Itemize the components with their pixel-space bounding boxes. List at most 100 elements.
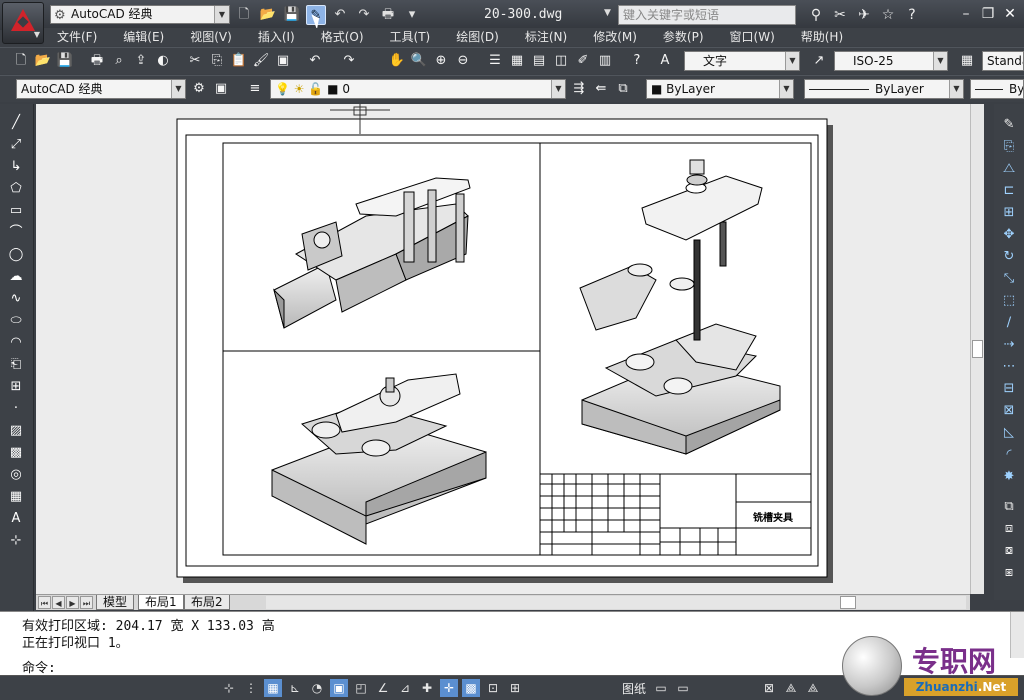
- 3d-osnap-icon[interactable]: ◰: [352, 679, 370, 697]
- text-style-select[interactable]: 文字 ▼: [684, 51, 800, 71]
- snap-icon[interactable]: ⋮: [242, 679, 260, 697]
- sheet-set-icon[interactable]: ◫: [552, 52, 570, 70]
- layer-previous-icon[interactable]: ⇚: [592, 80, 610, 98]
- workspace-select[interactable]: AutoCAD 经典 ▼: [16, 79, 186, 99]
- publish-icon[interactable]: ⇪: [132, 52, 150, 70]
- make-block-icon[interactable]: ⊞: [7, 378, 25, 396]
- dim-style-select[interactable]: ISO-25 ▼: [834, 51, 948, 71]
- workspace-settings-icon[interactable]: ▣: [212, 80, 230, 98]
- calculator-icon[interactable]: ▥: [596, 52, 614, 70]
- zoom-window-icon[interactable]: ⊕: [432, 52, 450, 70]
- scroll-thumb[interactable]: [972, 340, 983, 358]
- scale-icon[interactable]: ⤡: [1000, 270, 1018, 288]
- menu-item[interactable]: 帮助(H): [788, 28, 856, 46]
- zoom-previous-icon[interactable]: ⊖: [454, 52, 472, 70]
- stretch-icon[interactable]: ⬚: [1000, 292, 1018, 310]
- tab-layout2[interactable]: 布局2: [184, 595, 230, 610]
- tab-model[interactable]: 模型: [96, 595, 135, 610]
- paper-space-label[interactable]: 图纸: [622, 680, 646, 697]
- new-icon[interactable]: 🗋: [12, 52, 30, 70]
- application-menu-button[interactable]: ▼: [2, 2, 44, 44]
- ellipse-icon[interactable]: ⬭: [7, 312, 25, 330]
- layer-manager-icon[interactable]: ≡: [246, 80, 264, 98]
- paste-icon[interactable]: 📋: [230, 52, 248, 70]
- menu-item[interactable]: 修改(M): [580, 28, 650, 46]
- point-icon[interactable]: ·: [7, 400, 25, 418]
- spline-icon[interactable]: ∿: [7, 290, 25, 308]
- ellipse-arc-icon[interactable]: ◠: [7, 334, 25, 352]
- menu-item[interactable]: 参数(P): [650, 28, 717, 46]
- gradient-icon[interactable]: ▩: [7, 444, 25, 462]
- quick-view-drawings-icon[interactable]: ▭: [674, 679, 692, 697]
- region-icon[interactable]: ◎: [7, 466, 25, 484]
- lineweight-select[interactable]: By: [970, 79, 1024, 99]
- add-selected-icon[interactable]: ⊹: [7, 532, 25, 550]
- tab-layout1[interactable]: 布局1: [138, 595, 184, 610]
- menu-item[interactable]: 插入(I): [245, 28, 308, 46]
- ortho-icon[interactable]: ⊾: [286, 679, 304, 697]
- new-file-icon[interactable]: 🗋: [234, 5, 254, 25]
- annotation-visibility-icon[interactable]: ⟁: [782, 679, 800, 697]
- rectangle-icon[interactable]: ▭: [7, 202, 25, 220]
- mirror-icon[interactable]: ⧍: [1000, 160, 1018, 178]
- bring-front-icon[interactable]: ⧈: [1000, 520, 1018, 538]
- quick-properties-icon[interactable]: ⊡: [484, 679, 502, 697]
- grid-icon[interactable]: ▦: [264, 679, 282, 697]
- explode-icon[interactable]: ✸: [1000, 468, 1018, 486]
- menu-item[interactable]: 文件(F): [44, 28, 110, 46]
- send-back-icon[interactable]: ⧇: [1000, 542, 1018, 560]
- trim-icon[interactable]: ∕: [1000, 314, 1018, 332]
- undo-icon[interactable]: ↶: [330, 5, 350, 25]
- quick-view-layouts-icon[interactable]: ▭: [652, 679, 670, 697]
- open-icon[interactable]: 📂: [34, 52, 52, 70]
- linetype-select[interactable]: ByLayer ▼: [804, 79, 964, 99]
- annotation-scale-icon[interactable]: ⊠: [760, 679, 778, 697]
- drawing-canvas[interactable]: 铣槽夹具: [36, 104, 970, 594]
- undo-icon[interactable]: ↶: [306, 52, 324, 70]
- copy-object-icon[interactable]: ⎘: [1000, 138, 1018, 156]
- help-icon[interactable]: ?: [628, 52, 646, 70]
- design-center-icon[interactable]: ▦: [508, 52, 526, 70]
- menu-item[interactable]: 标注(N): [512, 28, 580, 46]
- selection-cycling-icon[interactable]: ⊞: [506, 679, 524, 697]
- layer-select[interactable]: 💡 ☀ 🔓 ■ 0 ▼: [270, 79, 566, 99]
- restore-icon[interactable]: ❐: [978, 4, 998, 24]
- plot-preview-icon[interactable]: ⌕: [110, 52, 128, 70]
- redo-icon[interactable]: ↷: [340, 52, 358, 70]
- dyn-icon[interactable]: ✚: [418, 679, 436, 697]
- polyline-icon[interactable]: ↳: [7, 158, 25, 176]
- markup-icon[interactable]: ✐: [574, 52, 592, 70]
- auto-scale-icon[interactable]: ⟁: [804, 679, 822, 697]
- hatch-icon[interactable]: ▨: [7, 422, 25, 440]
- redo-icon[interactable]: ↷: [354, 5, 374, 25]
- menu-item[interactable]: 编辑(E): [110, 28, 177, 46]
- first-tab-icon[interactable]: ⏮: [38, 596, 51, 609]
- menu-item[interactable]: 工具(T): [377, 28, 444, 46]
- match-properties-icon[interactable]: 🖌: [252, 52, 270, 70]
- 3d-dwf-icon[interactable]: ◐: [154, 52, 172, 70]
- otrack-icon[interactable]: ∠: [374, 679, 392, 697]
- lineweight-icon[interactable]: ✛: [440, 679, 458, 697]
- satellite-icon[interactable]: ✈: [854, 5, 874, 25]
- break-icon[interactable]: ⊟: [1000, 380, 1018, 398]
- chevron-down-icon[interactable]: ▼: [604, 8, 611, 18]
- gear-icon[interactable]: ⚙: [190, 80, 208, 98]
- minimize-icon[interactable]: –: [956, 4, 976, 24]
- erase-icon[interactable]: ✎: [1000, 116, 1018, 134]
- extend-icon[interactable]: ⇢: [1000, 336, 1018, 354]
- copy-icon[interactable]: ⎘: [208, 52, 226, 70]
- offset-icon[interactable]: ⊏: [1000, 182, 1018, 200]
- color-select[interactable]: ■ ByLayer ▼: [646, 79, 794, 99]
- close-icon[interactable]: ✕: [1000, 4, 1020, 24]
- circle-icon[interactable]: ◯: [7, 246, 25, 264]
- help-icon[interactable]: ?: [902, 5, 922, 25]
- draw-order-icon[interactable]: ⧉: [1000, 498, 1018, 516]
- qat-dropdown-icon[interactable]: ▾: [402, 5, 422, 25]
- pan-icon[interactable]: ✋: [388, 52, 406, 70]
- menu-item[interactable]: 窗口(W): [717, 28, 788, 46]
- open-file-icon[interactable]: 📂: [258, 5, 278, 25]
- workspace-switcher[interactable]: ⚙ AutoCAD 经典 ▼: [50, 5, 230, 24]
- revision-cloud-icon[interactable]: ☁: [7, 268, 25, 286]
- plot-icon[interactable]: 🖶: [378, 5, 398, 25]
- rotate-icon[interactable]: ↻: [1000, 248, 1018, 266]
